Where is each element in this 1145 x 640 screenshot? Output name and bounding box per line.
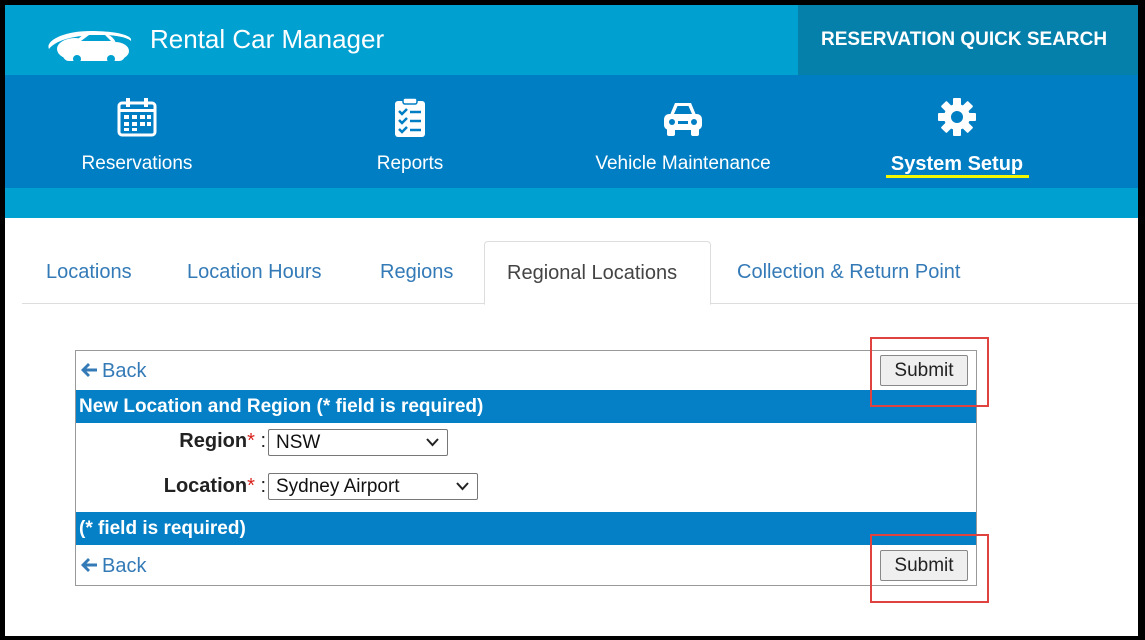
car-icon (664, 103, 702, 136)
tab-regions[interactable]: Regions (358, 241, 475, 304)
app-title: Rental Car Manager (150, 24, 385, 54)
required-mark: * (247, 430, 255, 452)
tab-collection-return-point[interactable]: Collection & Return Point (715, 241, 982, 304)
new-location-region-form: Back Submit New Location and Region (* f… (75, 350, 977, 586)
cloud-car-logo-icon[interactable] (41, 19, 137, 67)
back-label: Back (102, 360, 147, 382)
region-selected-value: NSW (276, 432, 321, 453)
location-select[interactable]: Sydney Airport (268, 473, 478, 500)
region-select[interactable]: NSW (268, 429, 448, 456)
arrow-left-icon (81, 558, 97, 572)
sub-header-bar (5, 188, 1138, 218)
location-selected-value: Sydney Airport (276, 476, 400, 497)
nav-reservations[interactable]: Reservations (17, 75, 257, 188)
location-label-text: Location (163, 475, 248, 497)
active-nav-underline (886, 175, 1029, 178)
chevron-down-icon (456, 482, 469, 491)
app-window: Rental Car Manager RESERVATION QUICK SEA… (5, 5, 1138, 636)
nav-label: Vehicle Maintenance (595, 153, 771, 174)
back-link-bottom[interactable]: Back (80, 552, 146, 580)
setup-tabs: Locations Location Hours Regions Regiona… (22, 241, 1138, 305)
region-label: Region* : (116, 430, 266, 453)
location-label: Location* : (116, 475, 266, 498)
back-link-top[interactable]: Back (80, 357, 146, 385)
nav-vehicle-maintenance[interactable]: Vehicle Maintenance (563, 75, 803, 188)
label-colon: : (260, 475, 266, 497)
region-label-text: Region (179, 430, 248, 452)
checklist-icon (395, 97, 425, 137)
reservation-quick-search-button[interactable]: RESERVATION QUICK SEARCH (798, 5, 1138, 75)
required-mark: * (247, 475, 255, 497)
highlight-box-top (870, 337, 989, 407)
tab-locations[interactable]: Locations (24, 241, 154, 304)
chevron-down-icon (426, 438, 439, 447)
label-colon: : (260, 430, 266, 452)
main-navigation: Reservations Reports Vehicle Maintenance… (5, 75, 1138, 188)
nav-system-setup[interactable]: System Setup (837, 75, 1077, 188)
nav-label: System Setup (890, 153, 1024, 175)
tab-location-hours[interactable]: Location Hours (165, 241, 344, 304)
calendar-icon (117, 98, 157, 137)
form-title-band: New Location and Region (* field is requ… (76, 390, 976, 423)
nav-label: Reports (376, 153, 444, 174)
nav-reports[interactable]: Reports (290, 75, 530, 188)
arrow-left-icon (81, 363, 97, 377)
highlight-box-bottom (870, 534, 989, 603)
gear-icon (938, 98, 976, 136)
nav-label: Reservations (81, 153, 193, 174)
top-header: Rental Car Manager RESERVATION QUICK SEA… (5, 5, 1138, 75)
back-label: Back (102, 555, 147, 577)
tab-regional-locations[interactable]: Regional Locations (484, 241, 711, 305)
required-note-band: (* field is required) (76, 512, 976, 545)
